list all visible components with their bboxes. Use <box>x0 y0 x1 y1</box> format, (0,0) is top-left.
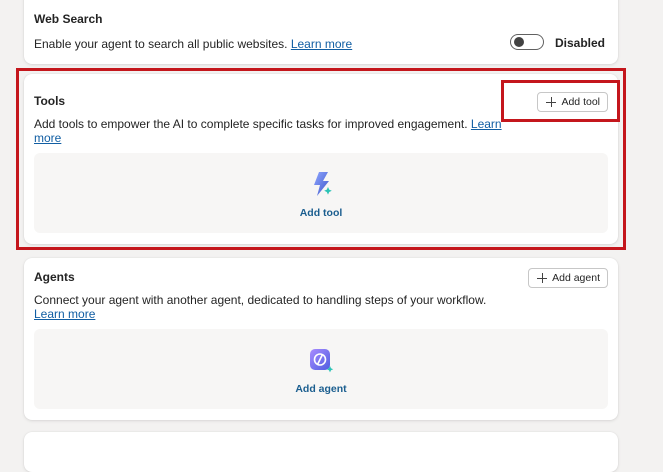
agents-learn-more-link[interactable]: Learn more <box>34 307 95 321</box>
web-search-description-text: Enable your agent to search all public w… <box>34 37 288 51</box>
add-tool-button[interactable]: Add tool <box>537 92 608 112</box>
plus-icon <box>546 97 557 107</box>
add-agent-dropzone-label: Add agent <box>295 383 347 395</box>
tools-description-text: Add tools to empower the AI to complete … <box>34 117 468 131</box>
tools-description: Add tools to empower the AI to complete … <box>34 117 504 145</box>
add-agent-button[interactable]: Add agent <box>528 268 608 288</box>
lightning-tool-icon <box>314 172 332 196</box>
web-search-toggle-state: Disabled <box>555 36 606 50</box>
agents-card: Agents Add agent Connect your agent with… <box>24 258 618 420</box>
agents-title: Agents <box>34 270 75 284</box>
add-agent-dropzone[interactable]: Add agent <box>34 329 608 409</box>
web-search-toggle[interactable] <box>510 34 544 50</box>
plus-icon <box>537 273 548 283</box>
web-search-title: Web Search <box>34 12 103 26</box>
web-search-description: Enable your agent to search all public w… <box>34 37 504 51</box>
tools-title: Tools <box>34 94 66 108</box>
tools-card: Tools Add tool Add tools to empower the … <box>24 74 618 244</box>
add-tool-dropzone[interactable]: Add tool <box>34 153 608 233</box>
toggle-knob <box>514 37 524 47</box>
web-search-card: Web Search Enable your agent to search a… <box>24 0 618 64</box>
next-card <box>24 432 618 472</box>
agent-icon <box>310 349 334 373</box>
add-agent-button-label: Add agent <box>552 272 600 284</box>
add-tool-dropzone-label: Add tool <box>299 207 343 219</box>
add-tool-button-label: Add tool <box>561 96 600 108</box>
agents-description: Connect your agent with another agent, d… <box>34 293 504 321</box>
agents-description-text: Connect your agent with another agent, d… <box>34 293 487 307</box>
web-search-learn-more-link[interactable]: Learn more <box>291 37 352 51</box>
